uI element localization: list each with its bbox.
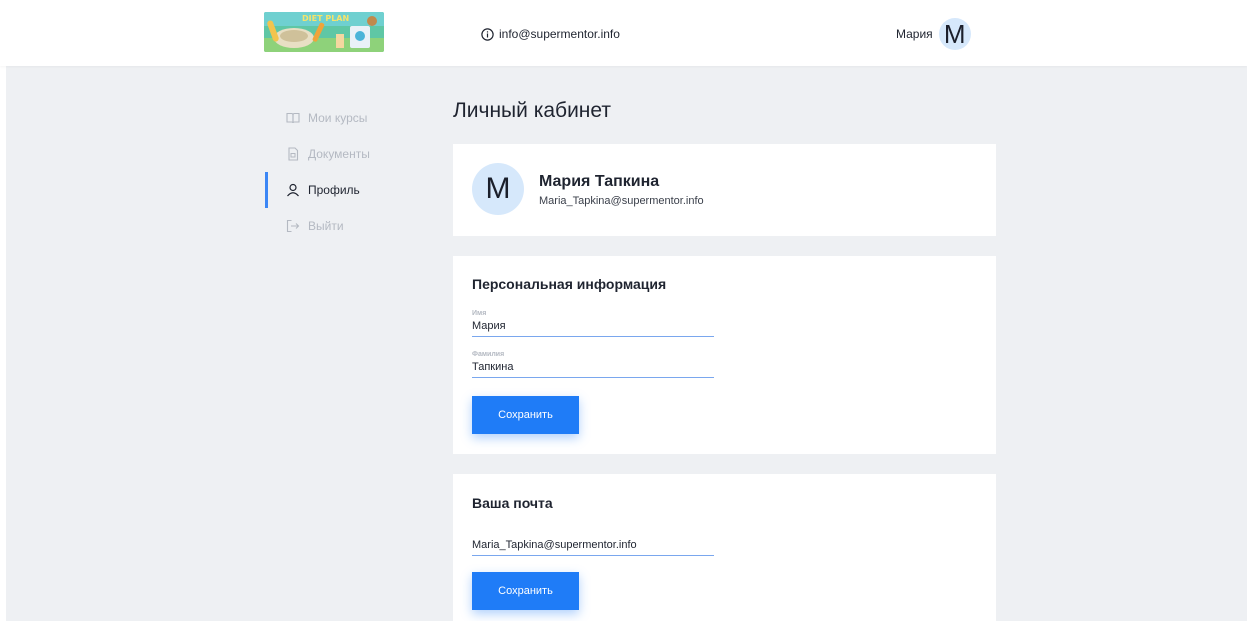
sidebar-item-my-courses[interactable]: Мои курсы	[265, 100, 405, 136]
personal-info-card: Персональная информация Имя Фамилия Сохр…	[453, 256, 996, 454]
page-title: Личный кабинет	[453, 99, 611, 122]
avatar: M	[938, 18, 971, 50]
profile-full-name: Мария Тапкина	[539, 173, 660, 190]
first-name-label: Имя	[472, 310, 487, 317]
sidebar-item-documents[interactable]: Документы	[265, 136, 405, 172]
last-name-field[interactable]	[472, 361, 714, 377]
email-section-title: Ваша почта	[472, 495, 553, 511]
sidebar-item-logout[interactable]: Выйти	[265, 208, 405, 244]
user-icon	[286, 183, 300, 197]
first-name-field[interactable]	[472, 320, 714, 336]
profile-avatar: M	[472, 163, 524, 215]
profile-card: M Мария Тапкина Maria_Tapkina@supermento…	[453, 144, 996, 236]
user-menu[interactable]: Мария M	[896, 18, 971, 50]
sidebar: Мои курсы Документы Профиль Выйти	[265, 100, 405, 244]
diet-plan-logo[interactable]: DIET PLAN	[264, 12, 384, 52]
sidebar-item-label: Документы	[308, 147, 370, 161]
save-personal-button[interactable]: Сохранить	[472, 396, 579, 434]
last-name-field-wrapper: Фамилия	[472, 351, 714, 378]
profile-email: Maria_Tapkina@supermentor.info	[539, 195, 704, 207]
save-email-button[interactable]: Сохранить	[472, 572, 579, 610]
logout-icon	[286, 219, 300, 233]
email-card: Ваша почта Сохранить	[453, 474, 996, 621]
contact-email-text: info@supermentor.info	[499, 27, 620, 41]
sidebar-item-profile[interactable]: Профиль	[265, 172, 405, 208]
user-name: Мария	[896, 27, 933, 41]
sidebar-item-label: Выйти	[308, 219, 344, 233]
last-name-label: Фамилия	[472, 351, 505, 358]
book-icon	[286, 111, 300, 125]
logo-text: DIET PLAN	[302, 14, 350, 23]
email-field[interactable]	[472, 539, 714, 555]
sidebar-item-label: Профиль	[308, 183, 360, 197]
top-header: DIET PLAN info@supermentor.info Мария M	[0, 0, 1247, 66]
contact-email[interactable]: info@supermentor.info	[481, 26, 620, 42]
document-icon	[286, 147, 300, 161]
info-icon	[481, 27, 494, 41]
sidebar-item-label: Мои курсы	[308, 111, 368, 125]
email-field-wrapper	[472, 539, 714, 556]
first-name-field-wrapper: Имя	[472, 310, 714, 337]
personal-info-title: Персональная информация	[472, 276, 667, 292]
